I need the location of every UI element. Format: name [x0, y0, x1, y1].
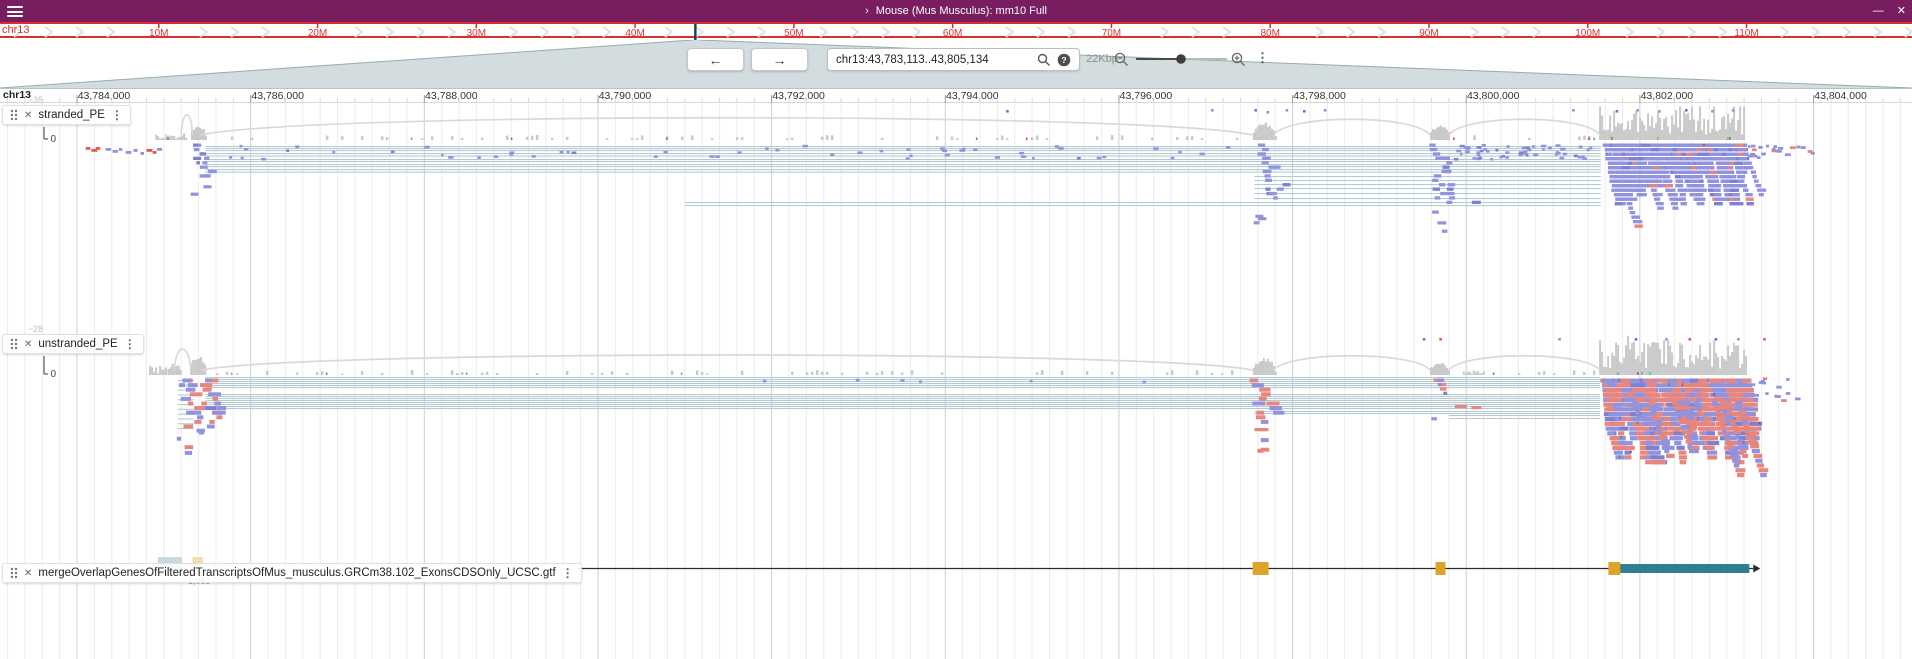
overview-chrom-label: chr13 [2, 24, 30, 36]
svg-text:43,800,000: 43,800,000 [1467, 90, 1520, 102]
track-menu-kebab-icon[interactable]: ⋮ [562, 566, 574, 580]
ruler-chrom-label: chr13 [3, 89, 31, 101]
track-label-gtf[interactable]: ✕ mergeOverlapGenesOfFilteredTranscripts… [2, 563, 582, 583]
close-track-icon[interactable]: ✕ [24, 339, 32, 350]
svg-text:43,804,000: 43,804,000 [1814, 90, 1867, 102]
track-label-stranded-pe[interactable]: ✕ stranded_PE ⋮ [2, 105, 131, 125]
svg-text:43,788,000: 43,788,000 [425, 90, 478, 102]
svg-text:43,786,000: 43,786,000 [251, 90, 304, 102]
track-name-label: mergeOverlapGenesOfFilteredTranscriptsOf… [38, 567, 555, 579]
track-stranded_PE[interactable] [86, 106, 1815, 232]
drag-handle-icon[interactable] [10, 567, 18, 579]
track-label-unstranded-pe[interactable]: ✕ unstranded_PE ⋮ [2, 334, 144, 354]
close-track-icon[interactable]: ✕ [24, 110, 32, 121]
svg-text:43,790,000: 43,790,000 [599, 90, 652, 102]
svg-text:43,796,000: 43,796,000 [1120, 90, 1173, 102]
svg-text:43,792,000: 43,792,000 [772, 90, 825, 102]
svg-text:0: 0 [51, 134, 57, 145]
svg-text:28: 28 [33, 324, 43, 334]
svg-text:43,784,000: 43,784,000 [78, 90, 131, 102]
svg-text:43,798,000: 43,798,000 [1293, 90, 1346, 102]
jbrowse-window: › Mouse (Mus Musculus): mm10 Full — ✕ 10… [0, 0, 1912, 659]
svg-text:0: 0 [51, 369, 57, 380]
svg-text:35: 35 [33, 95, 43, 105]
drag-handle-icon[interactable] [10, 109, 18, 121]
tracks-canvas: 43,784,000 43,786,000 43,788,000 43,790,000… [0, 0, 1912, 659]
track-name-label: stranded_PE [38, 109, 105, 121]
ruler-labels: 43,784,000 43,786,000 43,788,000 43,790,000… [77, 90, 1867, 103]
track-menu-kebab-icon[interactable]: ⋮ [111, 108, 123, 122]
track-menu-kebab-icon[interactable]: ⋮ [124, 337, 136, 351]
drag-handle-icon[interactable] [10, 338, 18, 350]
svg-text:43,802,000: 43,802,000 [1641, 90, 1694, 102]
close-track-icon[interactable]: ✕ [24, 568, 32, 579]
svg-text:43,794,000: 43,794,000 [946, 90, 999, 102]
track-name-label: unstranded_PE [38, 338, 117, 350]
